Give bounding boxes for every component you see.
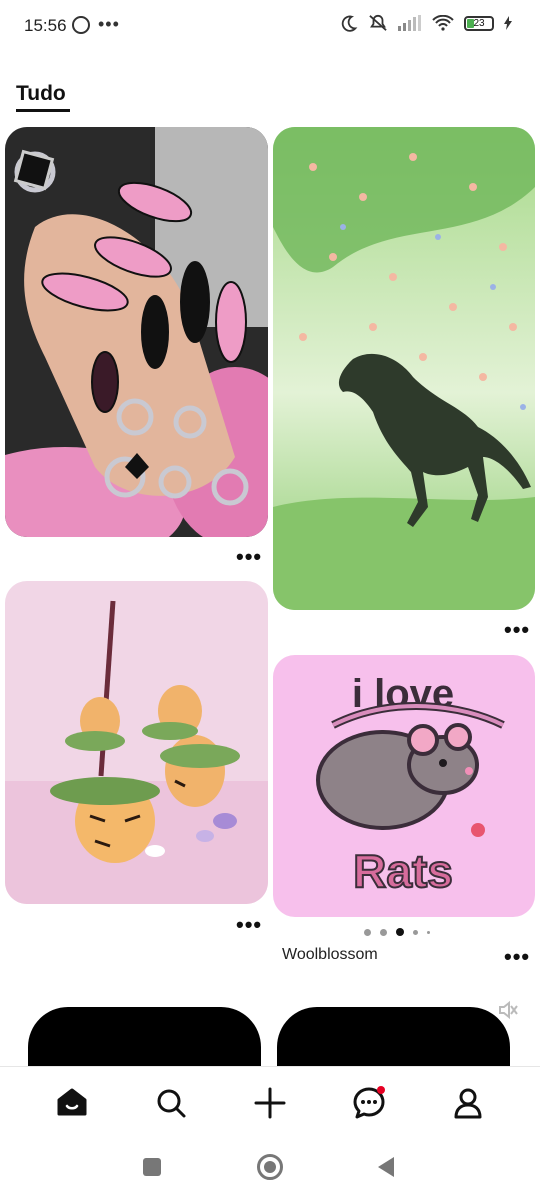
mute-icon — [369, 14, 387, 31]
nav-search-button[interactable] — [151, 1083, 191, 1123]
pin-image-video[interactable] — [28, 1007, 261, 1069]
tab-all[interactable]: Tudo — [16, 82, 66, 106]
pin-more-options-button[interactable]: ••• — [236, 914, 262, 936]
profile-icon — [454, 1088, 482, 1119]
battery-level: 23 — [473, 17, 485, 29]
carousel-indicator — [364, 928, 430, 936]
moon-icon — [341, 15, 358, 32]
tab-selected-indicator — [16, 109, 70, 112]
carousel-dot — [413, 929, 418, 935]
pin-more-options-button[interactable]: ••• — [504, 946, 530, 968]
system-navigation-bar — [0, 1140, 540, 1200]
signal-icon — [398, 15, 421, 31]
pin-image-rats[interactable]: i love Rats — [273, 655, 535, 917]
plus-icon — [254, 1087, 286, 1119]
pin-more-options-button[interactable]: ••• — [236, 546, 262, 568]
more-notifications-icon: ••• — [98, 14, 120, 34]
status-time: 15:56 — [24, 16, 67, 35]
carousel-dot — [427, 930, 430, 934]
carousel-dot — [380, 928, 387, 936]
pin-image-tigers[interactable] — [5, 581, 268, 904]
video-mute-icon[interactable] — [497, 1000, 519, 1020]
charging-icon — [504, 16, 512, 30]
whatsapp-icon — [72, 16, 90, 34]
search-icon — [157, 1089, 186, 1118]
carousel-dot — [364, 928, 371, 936]
pin-image-horse[interactable] — [273, 127, 535, 610]
chat-icon — [353, 1086, 385, 1119]
bottom-navigation — [0, 1066, 540, 1141]
wifi-icon — [432, 15, 454, 31]
pin-more-options-button[interactable]: ••• — [504, 619, 530, 641]
status-bar: 15:56 ••• 23 — [0, 0, 540, 54]
nav-messages-button[interactable] — [349, 1083, 389, 1123]
home-system-button[interactable] — [257, 1154, 283, 1180]
nav-home-button[interactable] — [52, 1083, 92, 1123]
carousel-dot-active — [396, 928, 404, 936]
notification-dot — [377, 1086, 385, 1094]
recent-apps-button[interactable] — [143, 1158, 161, 1176]
back-button[interactable] — [376, 1156, 396, 1178]
art-text-rats: Rats — [353, 845, 453, 897]
battery-icon: 23 — [464, 15, 494, 31]
home-icon — [57, 1088, 87, 1116]
pin-image-video[interactable] — [277, 1007, 510, 1069]
pin-title[interactable]: Woolblossom — [282, 946, 378, 964]
pin-image-nails[interactable] — [5, 127, 268, 537]
nav-profile-button[interactable] — [448, 1083, 488, 1123]
nav-create-button[interactable] — [250, 1083, 290, 1123]
